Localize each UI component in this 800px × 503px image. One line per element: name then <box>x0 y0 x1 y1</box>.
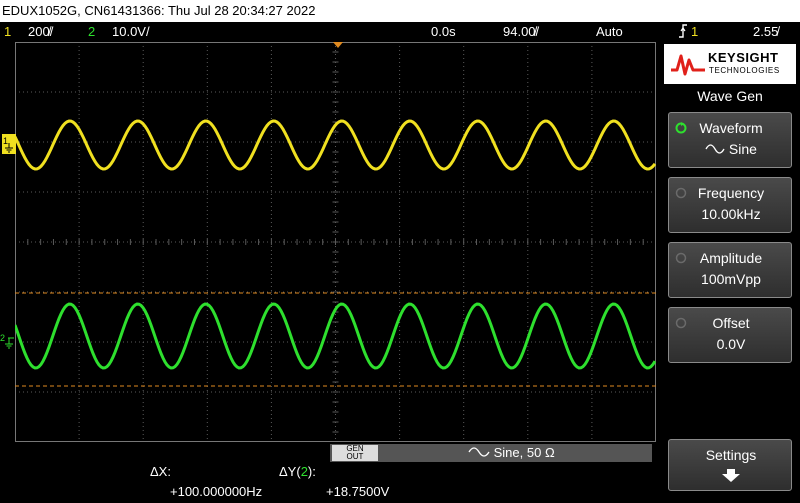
settings-softkey[interactable]: Settings <box>668 439 792 491</box>
trigger-source[interactable]: 1 <box>691 22 698 42</box>
amplitude-value: 100mVpp <box>701 271 761 287</box>
svg-text:1: 1 <box>3 136 8 146</box>
offset-softkey[interactable]: Offset 0.0V <box>668 307 792 363</box>
waveform-softkey[interactable]: Waveform Sine <box>668 112 792 168</box>
keysight-wave-icon <box>671 54 705 76</box>
settings-label: Settings <box>705 447 757 463</box>
brand-subtitle: TECHNOLOGIES <box>709 66 780 75</box>
wave-description: Sine, 50 Ω <box>468 444 555 462</box>
ch1-scale[interactable]: 200̸/ <box>28 22 53 42</box>
keysight-logo: KEYSIGHT TECHNOLOGIES <box>664 44 796 84</box>
delta-y-label: ΔY(2): <box>279 464 316 479</box>
ch1-ground-marker[interactable]: 1 <box>2 134 16 154</box>
trigger-position-marker[interactable] <box>333 42 343 48</box>
trigger-level[interactable]: 2.55̸ <box>753 22 778 42</box>
ch2-number[interactable]: 2 <box>88 22 95 42</box>
waveform-label: Waveform <box>699 120 763 136</box>
amplitude-softkey[interactable]: Amplitude 100mVpp <box>668 242 792 298</box>
gen-out-badge: GEN OUT <box>332 445 378 461</box>
ch1-number[interactable]: 1 <box>4 22 11 42</box>
ch2-ground-marker[interactable]: 2 <box>0 331 16 351</box>
graticule <box>15 42 656 442</box>
sine-icon <box>468 447 490 457</box>
brand-name: KEYSIGHT <box>708 50 779 65</box>
frequency-softkey[interactable]: Frequency 10.00kHz <box>668 177 792 233</box>
waveform-display[interactable] <box>15 42 656 442</box>
time-position[interactable]: 0.0s <box>431 22 456 42</box>
time-scale[interactable]: 94.00̸/ <box>503 22 539 42</box>
waveform-value: Sine <box>669 141 793 157</box>
trigger-edge-icon <box>678 24 688 44</box>
frequency-label: Frequency <box>697 185 765 201</box>
window-title: EDUX1052G, CN61431366: Thu Jul 28 20:34:… <box>0 0 800 22</box>
offset-value: 0.0V <box>716 336 746 352</box>
softkey-panel: KEYSIGHT TECHNOLOGIES Wave Gen Waveform … <box>660 42 800 503</box>
amplitude-label: Amplitude <box>699 250 763 266</box>
delta-x-label: ΔX: <box>150 464 171 479</box>
offset-label: Offset <box>712 315 750 331</box>
menu-title: Wave Gen <box>697 88 763 104</box>
wavegen-info-bar: GEN OUT Sine, 50 Ω <box>330 444 652 462</box>
delta-x-value: +100.000000Hz <box>170 484 263 499</box>
trigger-mode[interactable]: Auto <box>596 22 623 42</box>
svg-text:2: 2 <box>0 333 5 343</box>
delta-y-value: +18.7500V <box>326 484 390 499</box>
ch2-scale[interactable]: 10.0V/ <box>112 22 150 42</box>
arrow-down-icon <box>722 469 740 482</box>
frequency-value: 10.00kHz <box>701 206 761 222</box>
sine-icon <box>705 144 725 154</box>
status-bar: 1 200̸/ 2 10.0V/ 0.0s 94.00̸/ Auto 1 2.5… <box>0 22 800 42</box>
